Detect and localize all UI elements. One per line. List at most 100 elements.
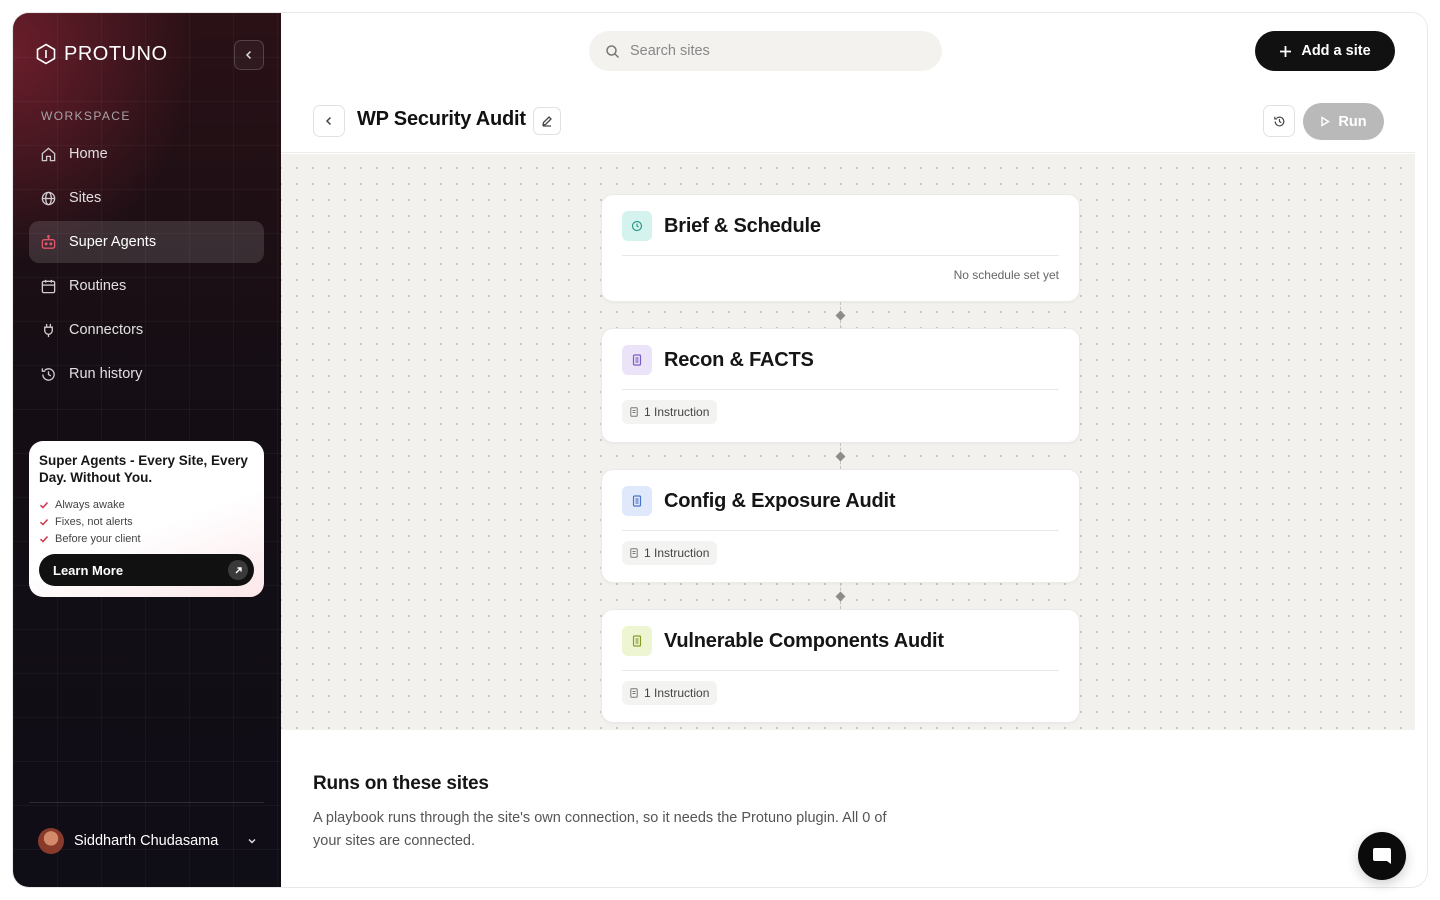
step-card-header: Config & Exposure Audit xyxy=(622,486,1059,531)
back-button[interactable] xyxy=(313,105,345,137)
promo-points: Always awake Fixes, not alerts Before yo… xyxy=(39,496,254,547)
instruction-count-badge[interactable]: 1 Instruction xyxy=(622,400,718,424)
sidebar: PROTUNO WORKSPACE Home Sites Super Agent… xyxy=(13,13,281,887)
search-input[interactable]: Search sites xyxy=(589,31,942,71)
check-icon xyxy=(39,501,49,509)
user-name: Siddharth Chudasama xyxy=(74,833,219,849)
user-menu[interactable]: Siddharth Chudasama xyxy=(38,828,258,854)
sidebar-item-run-history[interactable]: Run history xyxy=(29,353,264,395)
sidebar-nav: Home Sites Super Agents Routines Connect… xyxy=(29,133,264,397)
sidebar-item-label: Super Agents xyxy=(69,234,157,250)
home-icon xyxy=(41,146,56,161)
step-title: Vulnerable Components Audit xyxy=(664,630,944,652)
version-history-button[interactable] xyxy=(1263,105,1295,137)
edit-title-button[interactable] xyxy=(533,107,561,135)
sidebar-item-label: Sites xyxy=(69,190,102,206)
promo-point-text: Always awake xyxy=(55,498,125,511)
schedule-status: No schedule set yet xyxy=(953,268,1059,282)
history-icon xyxy=(41,367,55,381)
run-button[interactable]: Run xyxy=(1303,103,1384,140)
step-title: Recon & FACTS xyxy=(664,349,814,371)
calendar-icon xyxy=(41,279,56,293)
runs-section: Runs on these sites A playbook runs thro… xyxy=(313,773,893,853)
app-window: PROTUNO WORKSPACE Home Sites Super Agent… xyxy=(13,13,1427,887)
search-icon xyxy=(606,44,620,58)
chevron-left-icon xyxy=(245,50,252,60)
check-icon xyxy=(39,535,49,543)
chevron-down-icon xyxy=(248,838,256,844)
check-icon xyxy=(39,518,49,526)
step-card-header: Recon & FACTS xyxy=(622,345,1059,390)
instruction-count: 1 Instruction xyxy=(644,405,710,419)
run-label: Run xyxy=(1338,113,1367,130)
brand-logo[interactable]: PROTUNO xyxy=(34,42,168,66)
connector-node-icon xyxy=(835,451,846,462)
clock-icon xyxy=(622,211,652,241)
chevron-left-icon xyxy=(325,116,332,126)
document-icon xyxy=(622,345,652,375)
plug-icon xyxy=(44,323,53,337)
collapse-sidebar-button[interactable] xyxy=(234,40,264,70)
sidebar-item-super-agents[interactable]: Super Agents xyxy=(29,221,264,263)
step-card-vulnerable-components[interactable]: Vulnerable Components Audit 1 Instructio… xyxy=(601,609,1080,723)
promo-title: Super Agents - Every Site, Every Day. Wi… xyxy=(39,453,248,485)
sidebar-divider xyxy=(29,802,264,803)
arrow-up-right-icon xyxy=(228,560,248,580)
sidebar-item-sites[interactable]: Sites xyxy=(29,177,264,219)
connector-node-icon xyxy=(835,310,846,321)
workflow-canvas[interactable]: Brief & Schedule No schedule set yet Rec… xyxy=(281,154,1415,730)
instruction-count: 1 Instruction xyxy=(644,546,710,560)
page-header: WP Security Audit Run xyxy=(281,89,1427,153)
promo-card: Super Agents - Every Site, Every Day. Wi… xyxy=(29,441,264,597)
learn-more-button[interactable]: Learn More xyxy=(39,554,254,586)
sidebar-item-label: Routines xyxy=(69,278,127,294)
document-icon xyxy=(630,407,638,417)
runs-description: A playbook runs through the site's own c… xyxy=(313,810,887,849)
promo-point: Always awake xyxy=(39,496,254,513)
connector-node-icon xyxy=(835,591,846,602)
instruction-count-badge[interactable]: 1 Instruction xyxy=(622,681,718,705)
robot-icon xyxy=(41,234,56,249)
brand-name: PROTUNO xyxy=(64,42,168,65)
protuno-logo-icon xyxy=(36,43,56,65)
document-icon xyxy=(630,548,638,558)
sidebar-item-connectors[interactable]: Connectors xyxy=(29,309,264,351)
step-card-recon-facts[interactable]: Recon & FACTS 1 Instruction xyxy=(601,328,1080,443)
document-icon xyxy=(622,626,652,656)
main-content: Search sites Add a site WP Security Audi… xyxy=(281,13,1427,887)
plus-icon xyxy=(1280,45,1292,57)
step-card-brief-schedule[interactable]: Brief & Schedule No schedule set yet xyxy=(601,194,1080,302)
promo-point-text: Fixes, not alerts xyxy=(55,515,133,528)
runs-heading: Runs on these sites xyxy=(313,773,489,794)
instruction-count-badge[interactable]: 1 Instruction xyxy=(622,541,718,565)
step-title: Brief & Schedule xyxy=(664,215,821,237)
page-title: WP Security Audit xyxy=(357,108,526,130)
instruction-count: 1 Instruction xyxy=(644,686,710,700)
sidebar-item-label: Home xyxy=(69,146,108,162)
promo-point: Fixes, not alerts xyxy=(39,513,254,530)
learn-more-label: Learn More xyxy=(53,562,124,578)
chat-support-button[interactable] xyxy=(1358,832,1406,880)
document-icon xyxy=(630,688,638,698)
step-card-config-exposure[interactable]: Config & Exposure Audit 1 Instruction xyxy=(601,469,1080,583)
step-card-header: Vulnerable Components Audit xyxy=(622,626,1059,671)
canvas-scrollbar[interactable] xyxy=(1415,89,1427,730)
sidebar-item-home[interactable]: Home xyxy=(29,133,264,175)
promo-point: Before your client xyxy=(39,530,254,547)
document-icon xyxy=(622,486,652,516)
step-card-header: Brief & Schedule xyxy=(622,211,1059,256)
add-site-label: Add a site xyxy=(1301,43,1371,59)
search-placeholder: Search sites xyxy=(630,43,710,59)
avatar xyxy=(38,828,64,854)
add-site-button[interactable]: Add a site xyxy=(1255,31,1395,71)
sidebar-item-label: Connectors xyxy=(69,322,144,338)
workspace-section-label: WORKSPACE xyxy=(41,109,131,123)
play-icon xyxy=(1321,116,1331,127)
promo-point-text: Before your client xyxy=(55,532,141,545)
sidebar-item-label: Run history xyxy=(69,366,143,382)
chat-bubble-icon xyxy=(1373,848,1391,864)
sidebar-item-routines[interactable]: Routines xyxy=(29,265,264,307)
globe-icon xyxy=(41,191,56,205)
pencil-icon xyxy=(542,116,552,127)
history-icon xyxy=(1273,116,1284,126)
